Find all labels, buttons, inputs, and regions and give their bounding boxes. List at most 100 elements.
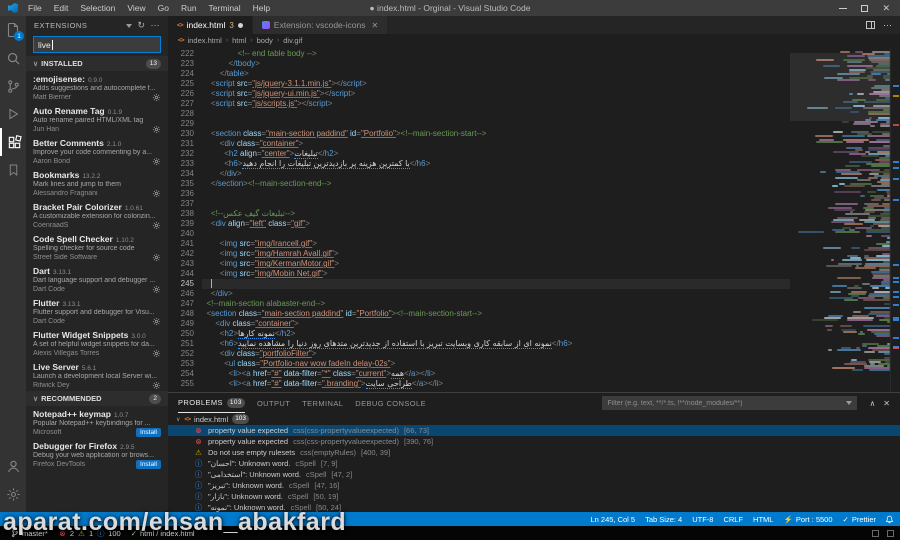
code-line[interactable]: <div class="portfolioFilter"> [202,349,790,359]
activity-account-icon[interactable] [0,452,26,480]
activity-search-icon[interactable] [0,44,26,72]
panel-toggle-icon[interactable] [887,529,894,537]
install-button[interactable]: Install [136,428,161,437]
minimap[interactable] [790,47,890,392]
code-line[interactable] [202,119,790,129]
extension-item[interactable]: Bracket Pair Colorizer 1.0.61 A customizab… [26,199,168,231]
extension-gear-icon[interactable] [152,253,161,262]
editor-more-actions-icon[interactable]: ⋯ [883,20,892,31]
status-prettier[interactable]: ✓ Prettier [838,515,881,524]
layout-icon[interactable] [872,529,879,537]
extension-gear-icon[interactable] [152,381,161,390]
status-utf-8[interactable]: UTF-8 [687,515,718,524]
code-line[interactable]: <div align="left" class="gif"> [202,219,790,229]
extension-gear-icon[interactable] [152,93,161,102]
code-line[interactable]: </section><!--main-section-end--> [202,179,790,189]
close-tab-icon[interactable]: ✕ [371,21,378,30]
more-actions-icon[interactable]: ⋯ [151,20,161,31]
code-line[interactable]: <li><a href="#" data-filter="*" class="c… [202,369,790,379]
problem-row[interactable]: ⓘ "احسان": Unknown word. cSpell [7, 9] [168,458,900,469]
extension-gear-icon[interactable] [152,157,161,166]
extension-item[interactable]: Bookmarks 13.2.2 Mark lines and jump to th… [26,167,168,199]
breadcrumb-item[interactable]: div.gif [283,36,302,45]
code-line[interactable]: </div> [202,169,790,179]
code-line[interactable]: <div class="container"> [202,319,790,329]
code-line[interactable]: <!--تبلیغات گیف عکس--> [202,209,790,219]
status-ln-245-col-5[interactable]: Ln 245, Col 5 [585,515,640,524]
overview-ruler[interactable] [890,47,900,392]
filter-icon[interactable] [126,23,133,28]
panel-tab-problems[interactable]: PROBLEMS 103 [178,393,245,413]
extension-item[interactable]: Flutter 3.13.1 Flutter support and debugge… [26,295,168,327]
extension-gear-icon[interactable] [152,221,161,230]
code-line[interactable]: <section class="main-section paddind" id… [202,129,790,139]
menu-go[interactable]: Go [152,3,175,13]
extension-item[interactable]: Dart 3.13.1 Dart language support and debu… [26,263,168,295]
refresh-icon[interactable]: ↻ [137,20,145,31]
problem-row[interactable]: ⓘ "استخدامی": Unknown word. cSpell [47, 2] [168,469,900,480]
code-line[interactable]: <h6>نمونه ای از سابقه کاری وبسایت تبریز … [202,339,790,349]
split-editor-icon[interactable] [866,21,875,29]
code-line[interactable]: <h6>با کمترین هزینه پر بازدیدترین تبلیغا… [202,159,790,169]
code-content[interactable]: <!-- end table body --> </tbody> </table… [202,47,790,392]
code-line[interactable]: <li><a href="#" data-filter=".branding">… [202,379,790,389]
breadcrumb-item[interactable]: index.html [188,36,222,45]
extension-item[interactable]: :emojisense: 0.9.0 Adds suggestions and au… [26,71,168,103]
panel-tab-output[interactable]: OUTPUT [257,393,290,413]
close-window-icon[interactable]: ✕ [882,3,890,14]
section-header-installed[interactable]: ∨ INSTALLED 13 [26,56,168,71]
extension-item[interactable]: Live Server 5.6.1 Launch a development loc… [26,359,168,391]
problems-filter-input[interactable]: Filter (e.g. text, **/*.ts, !**/node_mod… [602,396,858,410]
code-line[interactable]: <script src="js/scripts.js"></script> [202,99,790,109]
code-line[interactable]: <img src="img/Hamrah Avall.gif"> [202,249,790,259]
extensions-search-input[interactable]: live [33,36,161,53]
extension-item[interactable]: Auto Rename Tag 0.1.9 Auto rename paired H… [26,103,168,135]
panel-tab-debug-console[interactable]: DEBUG CONSOLE [355,393,426,413]
extension-item[interactable]: Debugger for Firefox 2.9.5 Debug your web … [26,438,168,470]
tab-extension-vscode-icons[interactable]: Extension: vscode-icons ✕ [252,16,388,34]
code-line[interactable]: <h2 align="center">تبلیغات</h2> [202,149,790,159]
maximize-icon[interactable] [861,4,869,12]
activity-settings-icon[interactable] [0,480,26,508]
menu-terminal[interactable]: Terminal [203,3,247,13]
menu-edit[interactable]: Edit [48,3,75,13]
activity-run-debug-icon[interactable] [0,100,26,128]
problem-row[interactable]: ⓘ "بازار": Unknown word. cSpell [50, 19] [168,491,900,502]
dirty-indicator-icon[interactable] [237,22,243,28]
extension-gear-icon[interactable] [152,285,161,294]
extension-gear-icon[interactable] [152,189,161,198]
problem-row[interactable]: ⚠ Do not use empty rulesets css(emptyRules… [168,447,900,458]
extension-gear-icon[interactable] [152,349,161,358]
code-line[interactable] [202,279,790,289]
code-line[interactable] [202,199,790,209]
panel-tab-terminal[interactable]: TERMINAL [302,393,343,413]
code-line[interactable]: </table> [202,69,790,79]
breadcrumb-item[interactable]: html [232,36,246,45]
problem-row[interactable]: ⓘ "تبریز": Unknown word. cSpell [47, 16] [168,480,900,491]
code-editor[interactable]: 222 223 224 225 226 227 228 229 230 231 232 233 234 2… [168,47,900,392]
code-line[interactable]: </tbody> [202,59,790,69]
menu-file[interactable]: File [22,3,48,13]
extension-item[interactable]: Notepad++ keymap 1.0.7 Popular Notepad++ k… [26,406,168,438]
status-html[interactable]: HTML [748,515,778,524]
code-line[interactable] [202,189,790,199]
code-line[interactable]: <img src="img/KermanMotor.gif"> [202,259,790,269]
extension-item[interactable]: Better Comments 2.1.0 Improve your code co… [26,135,168,167]
code-line[interactable]: <img src="img/Irancell.gif"> [202,239,790,249]
code-line[interactable]: <section class="main-section paddind" id… [202,309,790,319]
problem-row[interactable]: ⊗ property value expected css(css-property… [168,436,900,447]
extension-gear-icon[interactable] [152,317,161,326]
status-port-5500[interactable]: ⚡ Port : 5500 [778,515,837,524]
code-line[interactable]: <img src="img/Mobin Net.gif"> [202,269,790,279]
extension-gear-icon[interactable] [152,125,161,134]
minimize-icon[interactable] [839,7,848,9]
code-line[interactable]: <!--main-section alabaster-end--> [202,299,790,309]
notifications-bell-icon[interactable] [885,515,894,524]
code-line[interactable]: </div> [202,289,790,299]
activity-bookmarks-icon[interactable] [0,156,26,184]
code-line[interactable] [202,229,790,239]
problem-row[interactable]: ⊗ property value expected css(css-property… [168,425,900,436]
code-line[interactable] [202,109,790,119]
code-line[interactable]: <script src="js/jquery-3.1.1.min.js"></s… [202,79,790,89]
menu-run[interactable]: Run [175,3,203,13]
